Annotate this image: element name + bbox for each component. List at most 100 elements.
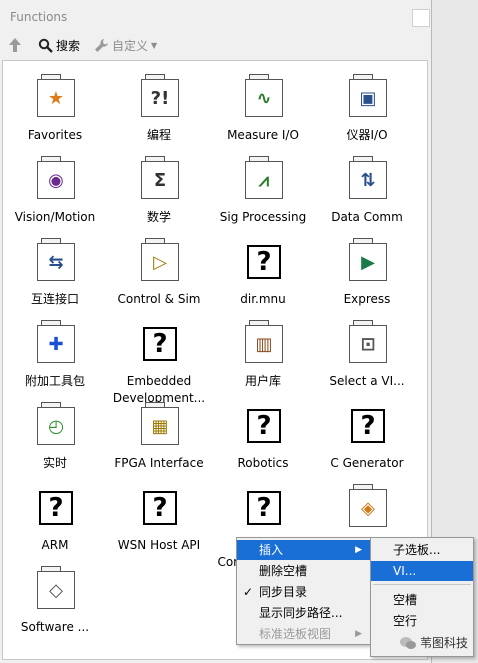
subpalette-frame: ⩘ xyxy=(245,161,283,199)
submenu-item[interactable]: 子选板... xyxy=(371,540,473,560)
software-icon: ◇ xyxy=(37,566,75,609)
context-menu-item[interactable]: 插入 ▶ xyxy=(237,540,370,560)
palette-item-label: Select a VI... xyxy=(329,374,405,388)
palette-item[interactable]: ▣ 仪器I/O xyxy=(315,61,419,142)
palette-item[interactable]: ★ Favorites xyxy=(3,61,107,142)
palette-item-label: dir.mnu xyxy=(240,292,286,306)
question-mark-glyph: ? xyxy=(247,245,281,279)
unknown-vi-icon: ? xyxy=(37,489,75,527)
dsc-module-icon: ◈ xyxy=(349,484,387,527)
question-mark-glyph: ? xyxy=(247,491,281,525)
palette-item[interactable]: ⇆ 互连接口 xyxy=(3,225,107,306)
question-mark-glyph: ? xyxy=(143,327,177,361)
question-mark-glyph: ? xyxy=(143,491,177,525)
context-menu-item[interactable]: 标准选板视图 ▶ xyxy=(237,624,370,644)
menu-item-label: 插入 xyxy=(259,543,284,557)
express-icon: ▶ xyxy=(349,238,387,281)
palette-item-label: Vision/Motion xyxy=(14,210,96,224)
palette-item[interactable]: ◉ Vision/Motion xyxy=(3,143,107,224)
unknown-vi-icon: ? xyxy=(245,489,283,527)
icon-glyph: ▦ xyxy=(151,415,169,437)
unknown-vi-icon: ? xyxy=(141,325,179,363)
palette-item-label: Favorites xyxy=(27,128,83,142)
context-menu-item[interactable]: 删除空槽 xyxy=(237,561,370,581)
wechat-logo-icon xyxy=(399,636,416,649)
icon-glyph: ✚ xyxy=(48,333,64,355)
menu-item-label: 同步目录 xyxy=(259,585,308,599)
up-button[interactable] xyxy=(8,37,22,53)
palette-item-label: 附加工具包 xyxy=(24,374,85,388)
palette-item-label: 实时 xyxy=(42,456,67,470)
submenu-separator xyxy=(373,584,471,585)
search-button[interactable]: 搜索 xyxy=(38,37,80,54)
palette-item[interactable]: ? C Generator xyxy=(315,389,419,470)
subpalette-frame: ★ xyxy=(37,79,75,117)
submenu-item[interactable]: VI... xyxy=(371,561,473,581)
icon-glyph: ?! xyxy=(150,87,170,109)
palette-item-label: Data Comm xyxy=(331,210,403,224)
palette-item[interactable]: ▷ Control & Sim xyxy=(107,225,211,306)
submenu-item[interactable]: 空槽 xyxy=(371,590,473,610)
search-label: 搜索 xyxy=(56,39,81,53)
subpalette-frame: Σ xyxy=(141,161,179,199)
palette-item[interactable]: ▶ Express xyxy=(315,225,419,306)
icon-glyph: ⊡ xyxy=(360,333,376,355)
question-mark-glyph: ? xyxy=(247,409,281,443)
palette-item-label: WSN Host API xyxy=(117,538,201,552)
unknown-vi-icon: ? xyxy=(349,407,387,445)
context-menu-item[interactable]: ✓ 同步目录 xyxy=(237,582,370,602)
palette-item[interactable]: ? dir.mnu xyxy=(211,225,315,306)
subpalette-frame: ▣ xyxy=(349,79,387,117)
question-mark-glyph: ? xyxy=(351,409,385,443)
palette-item[interactable]: ⊡ Select a VI... xyxy=(315,307,419,388)
icon-glyph: ▶ xyxy=(361,251,375,273)
subpalette-frame: ▶ xyxy=(349,243,387,281)
palette-item[interactable]: ◇ Software ... xyxy=(3,553,107,634)
title-bar[interactable]: Functions xyxy=(0,0,431,34)
icon-glyph: ▷ xyxy=(153,251,167,273)
watermark-text: 苇图科技 xyxy=(419,636,468,650)
wrench-icon xyxy=(95,39,108,52)
real-time-icon: ◴ xyxy=(37,402,75,445)
connectivity-icon: ⇆ xyxy=(37,238,75,281)
palette-item[interactable]: ▥ 用户库 xyxy=(211,307,315,388)
context-menu-item[interactable]: 显示同步路径... xyxy=(237,603,370,623)
palette-item-label: Software ... xyxy=(20,620,90,634)
icon-glyph: ▣ xyxy=(359,87,377,109)
palette-item[interactable]: ? WSN Host API xyxy=(107,471,211,552)
icon-glyph: ⇅ xyxy=(360,169,376,191)
watermark: 苇图科技 xyxy=(399,634,468,651)
palette-item[interactable]: ▦ FPGA Interface xyxy=(107,389,211,470)
icon-glyph: ⇆ xyxy=(48,251,64,273)
palette-item[interactable]: ✚ 附加工具包 xyxy=(3,307,107,388)
icon-glyph: ⩘ xyxy=(258,169,270,191)
palette-item[interactable]: ∿ Measure I/O xyxy=(211,61,315,142)
submenu-arrow-icon: ▶ xyxy=(355,545,362,555)
menu-item-label: 空槽 xyxy=(393,593,418,607)
subpalette-frame: ✚ xyxy=(37,325,75,363)
palette-item[interactable]: ?! 编程 xyxy=(107,61,211,142)
palette-item[interactable]: ◴ 实时 xyxy=(3,389,107,470)
icon-glyph: ◇ xyxy=(49,579,63,601)
palette-item-label: 用户库 xyxy=(244,374,281,388)
menu-item-label: 空行 xyxy=(393,614,418,628)
palette-item[interactable]: ⇅ Data Comm xyxy=(315,143,419,224)
palette-item[interactable]: Σ 数学 xyxy=(107,143,211,224)
palette-item[interactable]: ? Robotics xyxy=(211,389,315,470)
palette-item[interactable]: ? Embedded Development... xyxy=(107,307,211,405)
palette-item[interactable]: ⩘ Sig Processing xyxy=(211,143,315,224)
user-library-icon: ▥ xyxy=(245,320,283,363)
palette-item-label: 数学 xyxy=(146,210,171,224)
palette-item-label: C Generator xyxy=(330,456,404,470)
chevron-down-icon: ▼ xyxy=(151,41,158,50)
palette-toolbar: 搜索 自定义 ▼ xyxy=(0,34,431,58)
submenu-item[interactable]: 空行 xyxy=(371,611,473,631)
window-close-button[interactable] xyxy=(412,9,430,27)
window-title: Functions xyxy=(10,10,68,24)
palette-item[interactable]: ? ARM xyxy=(3,471,107,552)
customize-button[interactable]: 自定义 ▼ xyxy=(94,37,157,54)
icon-glyph: ∿ xyxy=(256,87,272,109)
unknown-vi-icon: ? xyxy=(245,243,283,281)
subpalette-frame: ∿ xyxy=(245,79,283,117)
icon-glyph: ◉ xyxy=(48,169,64,191)
